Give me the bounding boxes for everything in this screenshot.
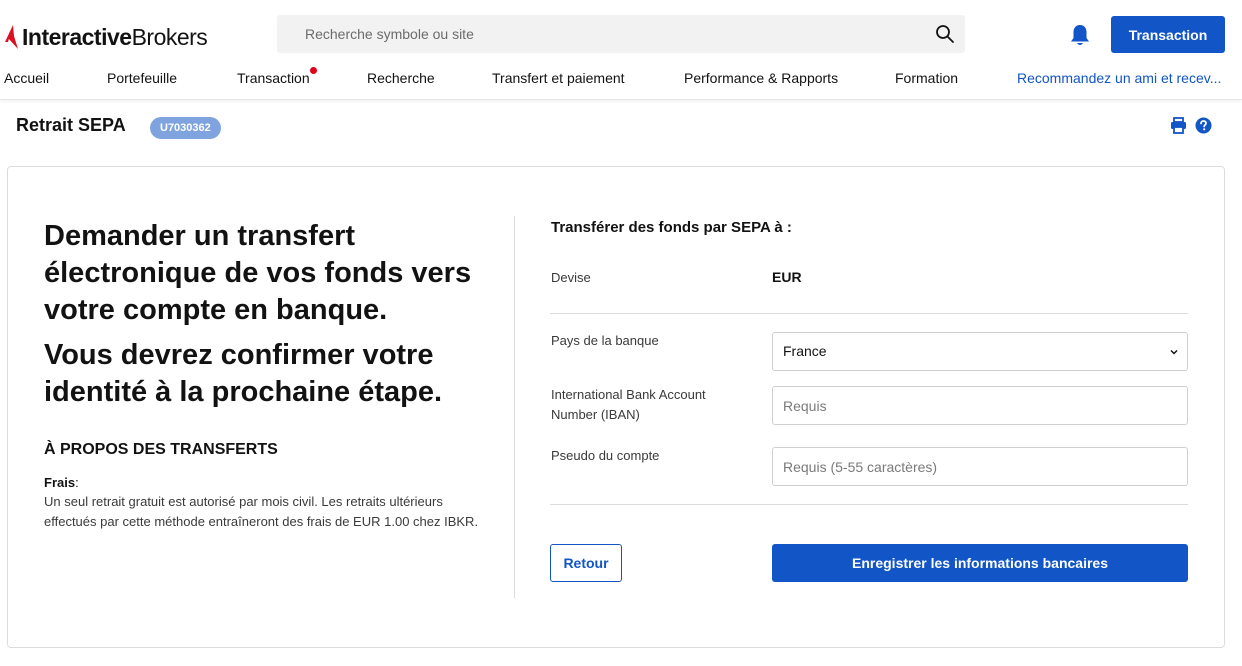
logo-mark-icon <box>5 25 18 49</box>
transaction-button[interactable]: Transaction <box>1111 16 1225 53</box>
bank-country-select[interactable]: France <box>772 332 1188 371</box>
chevron-down-icon <box>1170 349 1178 355</box>
bell-icon[interactable] <box>1069 23 1091 47</box>
intro-headline: Demander un transfert électronique de vo… <box>44 218 504 411</box>
nav-item-formation[interactable]: Formation <box>895 70 958 86</box>
search-icon[interactable] <box>935 24 955 44</box>
print-icon[interactable] <box>1170 117 1187 134</box>
nav-item-performance-rapports[interactable]: Performance & Rapports <box>684 70 838 86</box>
nav-item-transfert-paiement[interactable]: Transfert et paiement <box>492 70 625 86</box>
page-title: Retrait SEPA <box>16 115 126 135</box>
search-input[interactable] <box>305 26 905 42</box>
form-divider <box>550 313 1188 314</box>
logo-text: InteractiveBrokers <box>22 23 208 50</box>
vertical-divider <box>514 216 515 598</box>
bank-country-label: Pays de la banque <box>551 333 659 348</box>
help-icon[interactable] <box>1195 117 1212 134</box>
fee-text: Un seul retrait gratuit est autorisé par… <box>44 494 479 529</box>
nav-item-recommandez[interactable]: Recommandez un ami et recev... <box>1017 70 1221 86</box>
currency-value: EUR <box>772 269 802 285</box>
save-bank-info-button[interactable]: Enregistrer les informations bancaires <box>772 544 1188 582</box>
interactive-brokers-logo[interactable]: InteractiveBrokers <box>4 22 208 52</box>
nav-item-transaction[interactable]: Transaction <box>237 70 310 86</box>
about-transfers-title: À PROPOS DES TRANSFERTS <box>44 441 278 458</box>
headline-transfer: Demander un transfert électronique de vo… <box>44 220 472 326</box>
iban-label: International Bank Account Number (IBAN) <box>551 387 706 422</box>
search-bar <box>277 15 965 53</box>
back-button[interactable]: Retour <box>550 544 622 582</box>
currency-label: Devise <box>551 270 591 285</box>
nav-item-portefeuille[interactable]: Portefeuille <box>107 70 177 86</box>
fee-label: Frais: <box>44 475 79 490</box>
form-title: Transférer des fonds par SEPA à : <box>551 219 792 236</box>
nav-item-recherche[interactable]: Recherche <box>367 70 435 86</box>
top-bar: InteractiveBrokers Transaction <box>0 0 1242 60</box>
notification-dot <box>310 67 317 74</box>
nickname-input[interactable] <box>772 447 1188 486</box>
bank-country-value: France <box>783 343 827 359</box>
nav-item-accueil[interactable]: Accueil <box>4 70 49 86</box>
nickname-label: Pseudo du compte <box>551 448 660 463</box>
main-nav: Accueil Portefeuille Transaction Recherc… <box>0 60 1242 100</box>
account-badge: U7030362 <box>150 117 221 139</box>
iban-input[interactable] <box>772 386 1188 425</box>
form-divider-bottom <box>550 504 1188 505</box>
headline-confirm: Vous devrez confirmer votre identité à l… <box>44 339 443 408</box>
